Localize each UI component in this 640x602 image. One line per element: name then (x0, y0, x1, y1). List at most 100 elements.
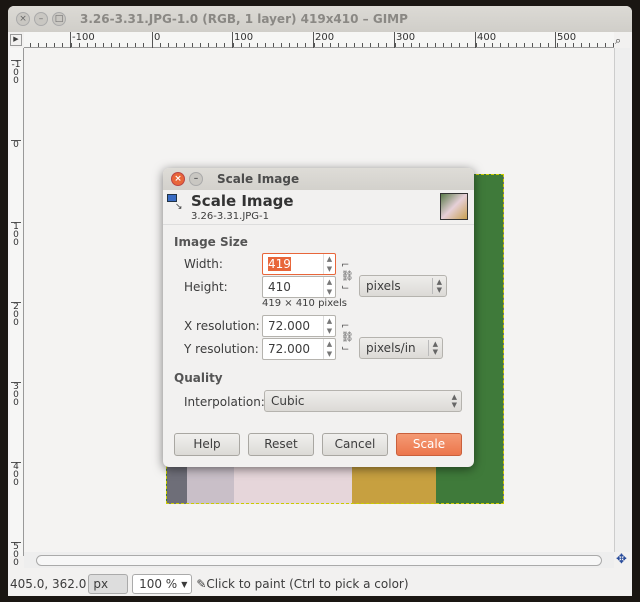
ruler-tick (556, 43, 558, 47)
ruler-tick (345, 43, 347, 47)
ruler-tick (70, 43, 72, 47)
ruler-tick (232, 43, 234, 47)
maximize-button[interactable]: □ (52, 12, 66, 26)
status-bar: 405.0, 362.0 px 100 % ▼ ✎ Click to paint … (8, 572, 632, 596)
width-input[interactable]: 419 ▲ ▼ (262, 253, 336, 275)
height-label: Height: (184, 280, 228, 294)
quality-heading: Quality (174, 371, 223, 385)
minimize-button[interactable]: – (34, 12, 48, 26)
ruler-tick (183, 43, 185, 47)
ruler-tick (418, 43, 420, 47)
unit-value: px (93, 577, 109, 591)
dialog-header-title: Scale Image (191, 192, 294, 210)
x-resolution-label: X resolution: (184, 319, 260, 333)
paintbrush-icon: ✎ (196, 577, 207, 591)
ruler-label: 400 (475, 32, 496, 48)
dialog-header-subtitle: 3.26-3.31.JPG-1 (191, 211, 270, 222)
ruler-tick (86, 43, 88, 47)
ruler-tick (305, 43, 307, 47)
ruler-tick (426, 43, 428, 47)
interpolation-select[interactable]: Cubic ▲ ▼ (264, 390, 462, 412)
size-unit-select[interactable]: pixels ▲ ▼ (359, 275, 447, 297)
horizontal-scrollbar[interactable] (24, 552, 614, 568)
height-input[interactable]: 410 ▲ ▼ (262, 276, 336, 298)
ruler-label: 100 (11, 222, 21, 248)
ruler-tick (159, 43, 161, 47)
ruler-tick (200, 43, 202, 47)
ruler-label: -100 (70, 32, 95, 48)
resolution-chain-icon[interactable]: ⌐ ⛓ ⌙ (341, 321, 354, 354)
ruler-tick (143, 43, 145, 47)
scale-image-dialog: × – Scale Image ↘ Scale Image 3.26-3.31.… (163, 168, 474, 467)
ruler-tick (313, 43, 315, 47)
pointer-coords: 405.0, 362.0 (10, 577, 87, 591)
ruler-tick (192, 43, 193, 47)
vertical-scrollbar[interactable] (614, 48, 630, 552)
ruler-tick (370, 43, 372, 47)
ruler-tick (119, 43, 121, 47)
status-message: Click to paint (Ctrl to pick a color) (206, 577, 409, 591)
interpolation-label: Interpolation: (184, 395, 265, 409)
menu-arrow-button[interactable]: ▶ (10, 34, 22, 46)
ruler-tick (378, 43, 380, 47)
ruler-tick (289, 43, 291, 47)
ruler-tick (483, 43, 485, 47)
ruler-tick (402, 43, 404, 47)
horizontal-ruler: -100 0 100 200 300 400 500 (24, 32, 615, 48)
ruler-tick (386, 43, 388, 47)
scale-button[interactable]: Scale (396, 433, 462, 456)
ruler-tick (548, 43, 550, 47)
ruler-tick (491, 43, 493, 47)
dialog-title-bar: × – Scale Image (163, 168, 474, 190)
ruler-label: 200 (313, 32, 334, 48)
cancel-button[interactable]: Cancel (322, 433, 388, 456)
image-thumbnail (440, 193, 468, 220)
chain-link-icon[interactable]: ⌐ ⛓ ⌙ (341, 260, 354, 293)
unit-select[interactable]: px (88, 574, 129, 594)
ruler-tick (580, 43, 582, 47)
ruler-tick (62, 43, 64, 47)
ruler-tick (443, 43, 445, 47)
navigate-icon[interactable]: ✥ (616, 552, 627, 567)
ruler-tick (588, 43, 590, 47)
ruler-tick (354, 43, 355, 47)
ruler-tick (281, 43, 283, 47)
vertical-ruler: -100 0 100 200 300 400 500 (10, 48, 24, 568)
ruler-label: 300 (11, 382, 21, 408)
ruler-tick (564, 43, 566, 47)
ruler-tick (240, 43, 242, 47)
image-size-heading: Image Size (174, 235, 248, 249)
ruler-tick (208, 43, 210, 47)
ruler-tick (216, 43, 218, 47)
ruler-tick (273, 43, 274, 47)
close-button[interactable]: × (16, 12, 30, 26)
y-resolution-input[interactable]: 72.000 ▲ ▼ (262, 338, 336, 360)
help-button[interactable]: Help (174, 433, 240, 456)
dialog-window-title: Scale Image (217, 172, 300, 186)
ruler-tick (78, 43, 80, 47)
dialog-close-button[interactable]: × (171, 172, 185, 186)
ruler-tick (605, 43, 607, 47)
ruler-tick (597, 43, 598, 47)
window-title: 3.26-3.31.JPG-1.0 (RGB, 1 layer) 419x410… (80, 12, 408, 26)
title-bar: × – □ 3.26-3.31.JPG-1.0 (RGB, 1 layer) 4… (8, 6, 632, 32)
ruler-tick (507, 43, 509, 47)
ruler-tick (151, 43, 153, 47)
reset-button[interactable]: Reset (248, 433, 314, 456)
x-resolution-input[interactable]: 72.000 ▲ ▼ (262, 315, 336, 337)
ruler-tick (111, 43, 112, 47)
dialog-minimize-button[interactable]: – (189, 172, 203, 186)
ruler-tick (459, 43, 461, 47)
scale-image-icon: ↘ (167, 194, 185, 212)
resolution-unit-select[interactable]: pixels/in ▲ ▼ (359, 337, 443, 359)
ruler-tick (410, 43, 412, 47)
zoom-select[interactable]: 100 % ▼ (132, 574, 193, 594)
ruler-tick (102, 43, 104, 47)
ruler-tick (516, 43, 517, 47)
ruler-tick (264, 43, 266, 47)
ruler-tick (167, 43, 169, 47)
zoom-fit-icon[interactable]: ⌕ (615, 34, 621, 48)
ruler-tick (297, 43, 299, 47)
zoom-value: 100 % (139, 577, 178, 591)
ruler-label: 300 (394, 32, 415, 48)
